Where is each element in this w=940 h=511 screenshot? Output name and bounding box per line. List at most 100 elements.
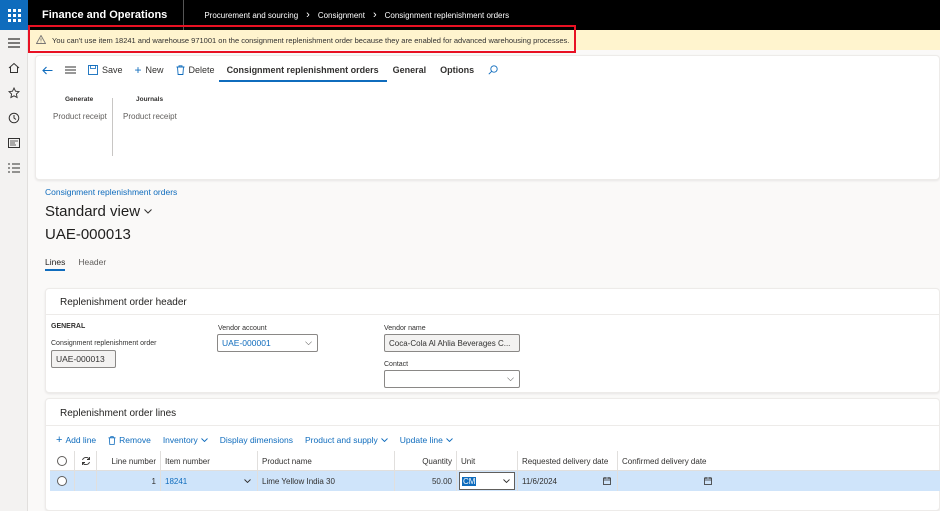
column-header-unit[interactable]: Unit [457, 451, 518, 471]
card-title[interactable]: Replenishment order lines [60, 408, 176, 419]
add-line-button[interactable]: + Add line [56, 434, 96, 446]
recent-clock-icon[interactable] [7, 111, 21, 125]
breadcrumb-item-procurement[interactable]: Procurement and sourcing [204, 11, 298, 20]
cell-quantity[interactable]: 50.00 [395, 471, 457, 491]
column-header-confirmed-delivery-date[interactable]: Confirmed delivery date [618, 451, 718, 471]
waffle-icon [7, 8, 21, 22]
new-label: New [145, 65, 164, 75]
section-title-general: GENERAL [51, 323, 86, 330]
inventory-menu-button[interactable]: Inventory [163, 435, 208, 445]
highlight-annotation-box [28, 25, 576, 53]
group-divider [112, 98, 113, 156]
tab-general[interactable]: General [393, 65, 427, 75]
vendor-account-field[interactable]: UAE-000001 ⌵ [217, 334, 318, 352]
remove-label: Remove [119, 435, 151, 445]
view-name: Standard view [45, 203, 141, 220]
cell-item-number[interactable]: 18241 [161, 471, 258, 491]
cell-unit[interactable]: CM [457, 471, 518, 491]
column-header-item-number[interactable]: Item number [161, 451, 258, 471]
contact-field[interactable]: ⌵ [384, 370, 520, 388]
table-row[interactable]: 1 18241 Lime Yellow India 30 50.00 CM 11… [50, 471, 940, 491]
order-number-value: UAE-000013 [56, 354, 105, 364]
page-breadcrumb-link[interactable]: Consignment replenishment orders [45, 187, 177, 197]
row-select-checkbox[interactable] [50, 471, 75, 491]
plus-icon: + [134, 63, 142, 77]
remove-button[interactable]: Remove [108, 435, 151, 445]
tab-header[interactable]: Header [78, 257, 106, 267]
refresh-grid-button[interactable] [75, 451, 97, 471]
column-header-quantity[interactable]: Quantity [395, 451, 457, 471]
chevron-right-icon: › [372, 9, 377, 21]
trash-icon [176, 65, 185, 75]
chevron-down-icon [144, 209, 152, 214]
cell-line-number[interactable]: 1 [97, 471, 161, 491]
action-pane: Save + New Delete Consignment replenishm… [35, 55, 940, 180]
view-selector[interactable]: Standard view [45, 203, 152, 220]
unit-value: CM [462, 476, 477, 486]
tab-options[interactable]: Options [440, 65, 474, 75]
vendor-name-value: Coca-Cola Al Ahlia Beverages C... [389, 338, 511, 348]
delete-button[interactable]: Delete [176, 65, 215, 75]
chevron-down-icon [445, 438, 453, 442]
vendor-account-value[interactable]: UAE-000001 [222, 338, 271, 348]
column-header-line-number[interactable]: Line number [97, 451, 161, 471]
display-dimensions-button[interactable]: Display dimensions [220, 435, 293, 445]
tab-consignment-replenishment-orders[interactable]: Consignment replenishment orders [218, 65, 387, 82]
vendor-account-label: Vendor account [218, 325, 267, 332]
chevron-down-icon[interactable] [503, 479, 510, 483]
action-pane-toolbar: Save + New Delete Consignment replenishm… [36, 56, 510, 84]
product-and-supply-label: Product and supply [305, 435, 378, 445]
calendar-icon[interactable] [704, 477, 712, 485]
modules-list-icon[interactable] [7, 161, 21, 175]
cell-product-name[interactable]: Lime Yellow India 30 [258, 471, 395, 491]
plus-icon: + [56, 434, 63, 446]
column-header-requested-delivery-date[interactable]: Requested delivery date [518, 451, 618, 471]
select-all-checkbox[interactable] [50, 451, 75, 471]
calendar-icon[interactable] [603, 477, 611, 485]
grid-header-row: Line number Item number Product name Qua… [50, 451, 940, 471]
tab-lines[interactable]: Lines [45, 257, 66, 271]
row-spacer [75, 471, 97, 491]
action-group-journals: Journals Product receipt [123, 96, 177, 121]
item-number-link[interactable]: 18241 [165, 477, 187, 486]
back-button[interactable] [42, 66, 53, 75]
column-header-product-name[interactable]: Product name [258, 451, 395, 471]
actions-menu-button[interactable] [65, 66, 76, 74]
replenishment-order-header-card: Replenishment order header GENERAL Consi… [45, 288, 940, 393]
order-number-field[interactable]: UAE-000013 [51, 350, 116, 368]
home-icon[interactable] [7, 61, 21, 75]
chevron-down-icon[interactable]: ⌵ [305, 337, 312, 348]
chevron-down-icon[interactable]: ⌵ [507, 373, 514, 384]
vendor-name-field[interactable]: Coca-Cola Al Ahlia Beverages C... [384, 334, 520, 352]
cell-requested-delivery-date[interactable]: 11/6/2024 [518, 471, 618, 491]
group-title-journals: Journals [136, 96, 164, 103]
record-title: UAE-000013 [45, 226, 131, 243]
vendor-name-label: Vendor name [384, 325, 426, 332]
app-launcher-button[interactable] [0, 0, 28, 30]
order-number-label: Consignment replenishment order [51, 340, 157, 347]
search-button[interactable] [488, 65, 498, 75]
hamburger-menu-icon[interactable] [7, 36, 21, 50]
add-line-label: Add line [65, 435, 97, 445]
save-button[interactable]: Save [88, 65, 123, 75]
breadcrumb-item-replenishment-orders[interactable]: Consignment replenishment orders [385, 11, 510, 20]
lines-toolbar: + Add line Remove Inventory Display dime… [56, 434, 453, 446]
chevron-down-icon[interactable] [244, 479, 251, 483]
card-title[interactable]: Replenishment order header [60, 297, 187, 308]
cell-confirmed-delivery-date[interactable] [618, 471, 718, 491]
generate-product-receipt-button[interactable]: Product receipt [53, 112, 107, 121]
search-icon [488, 65, 498, 75]
group-title-generate: Generate [65, 96, 94, 103]
product-and-supply-menu-button[interactable]: Product and supply [305, 435, 388, 445]
radio-circle-icon [57, 456, 67, 466]
breadcrumb-item-consignment[interactable]: Consignment [318, 11, 365, 20]
update-line-menu-button[interactable]: Update line [400, 435, 453, 445]
favorites-star-icon[interactable] [7, 86, 21, 100]
save-label: Save [102, 65, 123, 75]
journals-product-receipt-button[interactable]: Product receipt [123, 112, 177, 121]
chevron-right-icon: › [306, 9, 310, 21]
unit-input[interactable]: CM [459, 472, 515, 490]
save-disk-icon [88, 65, 98, 75]
new-button[interactable]: + New [135, 63, 164, 77]
workspaces-icon[interactable] [7, 136, 21, 150]
